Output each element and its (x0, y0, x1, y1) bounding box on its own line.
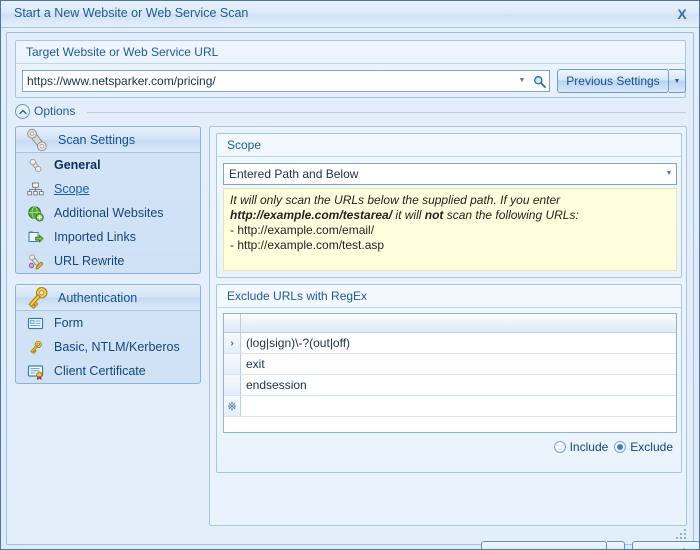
wrench-small-icon (22, 155, 48, 175)
sidebar-item-label: Scope (54, 182, 89, 196)
previous-settings-button[interactable]: Previous Settings (557, 69, 669, 93)
radio-include-label: Include (570, 440, 609, 454)
nav-header-label: Authentication (58, 291, 137, 305)
row-marker-icon[interactable] (224, 354, 241, 374)
dialog-content: Target Website or Web Service URL ▼ Prev… (6, 32, 694, 545)
previous-settings-dropdown-icon[interactable]: ▼ (669, 69, 686, 93)
scope-info-example-url: http://example.com/testarea/ (230, 208, 392, 222)
grid-column-header[interactable] (241, 314, 676, 332)
divider (217, 156, 681, 157)
new-row-asterisk-icon[interactable]: ※ (224, 396, 241, 416)
sidebar-item-scope[interactable]: Scope (16, 177, 200, 201)
nav-header-label: Scan Settings (58, 133, 135, 147)
import-links-icon (22, 227, 48, 247)
start-scan-dropdown-icon[interactable]: ▼ (607, 541, 625, 550)
chevron-down-icon[interactable]: ▼ (515, 71, 529, 91)
radio-exclude[interactable]: Exclude (614, 440, 673, 454)
regex-cell[interactable] (241, 396, 676, 416)
options-label: Options (34, 104, 75, 118)
sidebar-item-label: Client Certificate (54, 364, 146, 378)
sidebar-item-url-rewrite[interactable]: URL Rewrite (16, 249, 200, 273)
divider (87, 112, 686, 113)
sidebar-item-client-certificate[interactable]: Client Certificate (16, 359, 200, 383)
sidebar-item-label: URL Rewrite (54, 254, 124, 268)
row-marker-icon[interactable] (224, 375, 241, 395)
sidebar-item-label: Imported Links (54, 230, 136, 244)
window-title: Start a New Website or Web Service Scan (14, 6, 248, 20)
scope-info-line-2: http://example.com/testarea/ it will not… (224, 208, 676, 223)
scope-info-line-1: It will only scan the URLs below the sup… (224, 189, 676, 208)
globe-add-icon (22, 203, 48, 223)
scope-select[interactable]: Entered Path and Below ▼ (223, 163, 677, 185)
settings-navigation: Scan Settings General (15, 126, 201, 507)
exclude-caption: Exclude URLs with RegEx (227, 289, 367, 303)
regex-cell[interactable]: exit (241, 354, 676, 374)
target-url-caption: Target Website or Web Service URL (26, 45, 218, 59)
scope-select-value: Entered Path and Below (224, 167, 662, 181)
start-scan-button[interactable]: Start Scan (481, 541, 607, 550)
nav-group-scan-settings: Scan Settings General (15, 126, 201, 274)
scope-sitemap-icon (22, 179, 48, 199)
chevron-down-icon[interactable]: ▼ (662, 164, 676, 184)
grid-header-row (224, 314, 676, 333)
url-input[interactable] (23, 72, 515, 90)
sidebar-item-label: General (54, 158, 101, 172)
scope-caption: Scope (227, 138, 261, 152)
options-expander: Options (15, 103, 686, 121)
radio-dot-icon (554, 441, 566, 453)
close-icon[interactable]: X (671, 4, 693, 24)
radio-exclude-label: Exclude (630, 440, 673, 454)
url-rewrite-icon (22, 251, 48, 271)
resize-grip-icon[interactable] (676, 527, 690, 541)
sidebar-item-label: Basic, NTLM/Kerberos (54, 340, 180, 354)
scope-info-not: not (425, 208, 444, 222)
regex-cell[interactable]: (log|sign)\-?(out|off) (241, 333, 676, 353)
exclude-regex-grid[interactable]: › (log|sign)\-?(out|off) exit endsession… (223, 313, 677, 433)
regex-cell[interactable]: endsession (241, 375, 676, 395)
settings-detail-pane: Scope Entered Path and Below ▼ It will o… (209, 126, 687, 526)
radio-include[interactable]: Include (554, 440, 609, 454)
divider (16, 63, 685, 64)
sidebar-item-label: Form (54, 316, 83, 330)
sidebar-item-additional-websites[interactable]: Additional Websites (16, 201, 200, 225)
scope-info-box: It will only scan the URLs below the sup… (223, 188, 677, 271)
nav-header-scan-settings[interactable]: Scan Settings (16, 127, 200, 153)
chevron-up-icon[interactable] (15, 104, 30, 119)
nav-group-authentication: Authentication Form (15, 284, 201, 384)
scope-group: Scope Entered Path and Below ▼ It will o… (216, 133, 682, 278)
include-exclude-radio-group: Include Exclude (554, 440, 673, 454)
table-row[interactable]: exit (224, 354, 676, 375)
magnifier-icon[interactable] (529, 71, 549, 91)
scope-info-end: scan the following URLs: (443, 208, 578, 222)
grid-rowselect-header (224, 314, 241, 332)
table-row[interactable]: › (log|sign)\-?(out|off) (224, 333, 676, 354)
form-icon (22, 313, 48, 333)
scope-info-bullet-2: - http://example.com/test.asp (224, 238, 676, 253)
sidebar-item-basic-ntlm-kerberos[interactable]: Basic, NTLM/Kerberos (16, 335, 200, 359)
title-bar: Start a New Website or Web Service Scan … (1, 1, 699, 28)
divider (217, 307, 681, 308)
scope-info-bullet-1: - http://example.com/email/ (224, 223, 676, 238)
radio-dot-icon (614, 441, 626, 453)
key-icon (18, 284, 56, 315)
table-row[interactable]: endsession (224, 375, 676, 396)
certificate-icon (22, 361, 48, 381)
url-combobox[interactable]: ▼ (22, 70, 550, 92)
target-url-group: Target Website or Web Service URL ▼ Prev… (15, 40, 686, 98)
cancel-button[interactable]: Cancel (632, 541, 700, 550)
nav-header-authentication[interactable]: Authentication (16, 285, 200, 311)
scope-info-mid: it will (392, 208, 425, 222)
row-marker-icon[interactable]: › (224, 333, 241, 353)
sidebar-item-imported-links[interactable]: Imported Links (16, 225, 200, 249)
scan-dialog: Start a New Website or Web Service Scan … (0, 0, 700, 550)
exclude-urls-group: Exclude URLs with RegEx › (log|sign)\-?(… (216, 284, 682, 473)
sidebar-item-label: Additional Websites (54, 206, 164, 220)
key-small-icon (22, 337, 48, 357)
table-row-new[interactable]: ※ (224, 396, 676, 417)
wrench-icon (18, 126, 56, 157)
